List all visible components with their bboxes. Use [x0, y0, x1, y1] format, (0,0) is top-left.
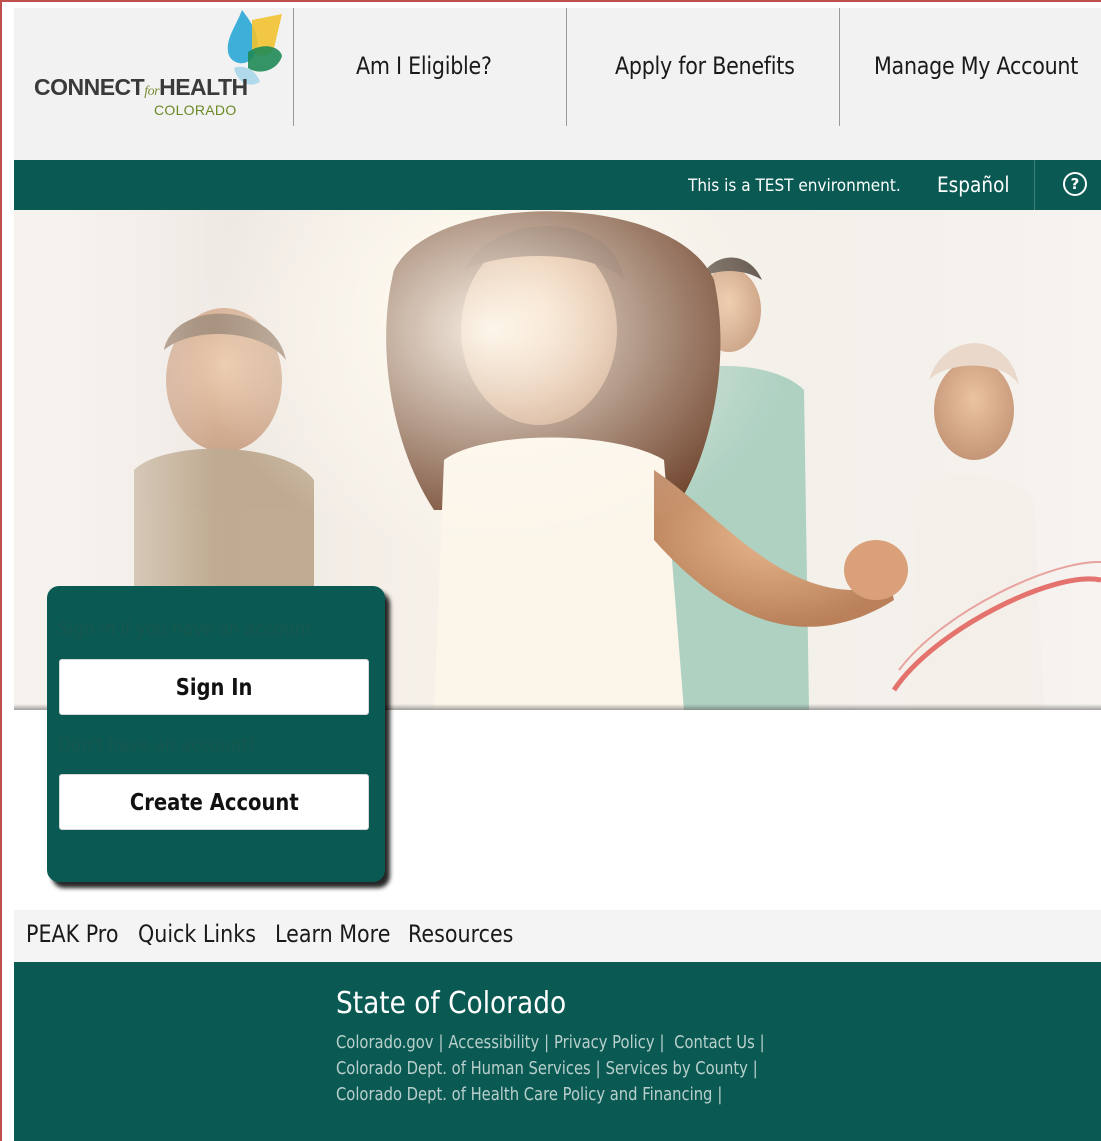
logo-wordmark: CONNECTforHEALTH [34, 74, 248, 101]
sign-in-button-label: Sign In [175, 675, 253, 701]
nav-apply-for-benefits[interactable]: Apply for Benefits [615, 52, 795, 80]
logo-health-text: HEALTH [159, 74, 248, 100]
footer-link-human-services[interactable]: Colorado Dept. of Human Services [336, 1058, 591, 1079]
help-circle-icon[interactable]: ? [1063, 172, 1087, 196]
create-account-hint-text: Don't have an account? [58, 734, 257, 756]
footer-separator: | [659, 1032, 665, 1053]
logo-connect-text: CONNECT [34, 74, 145, 100]
link-resources[interactable]: Resources [408, 920, 513, 948]
utility-bar: This is a TEST environment. Español ? [14, 160, 1101, 210]
footer-link-privacy-policy[interactable]: Privacy Policy [554, 1032, 655, 1053]
link-peak-pro[interactable]: PEAK Pro [26, 920, 118, 948]
footer-link-colorado-gov[interactable]: Colorado.gov [336, 1032, 434, 1053]
footer-separator: | [438, 1032, 444, 1053]
link-learn-more[interactable]: Learn More [275, 920, 390, 948]
language-toggle-link[interactable]: Español [937, 173, 1010, 197]
signin-hint-text: Sign in if you have an account [58, 618, 312, 640]
site-header: CONNECTforHEALTH COLORADO Am I Eligible?… [14, 8, 1101, 160]
nav-divider [566, 8, 567, 126]
footer-separator: | [717, 1084, 723, 1105]
footer-separator: | [595, 1058, 601, 1079]
footer-link-contact-us[interactable]: Contact Us [674, 1032, 755, 1053]
nav-am-i-eligible[interactable]: Am I Eligible? [356, 52, 492, 80]
signin-panel: Sign in if you have an account Sign In D… [47, 586, 385, 882]
footer-link-services-by-county[interactable]: Services by County [606, 1058, 748, 1079]
sign-in-button[interactable]: Sign In [59, 659, 369, 715]
nav-divider [839, 8, 840, 126]
create-account-button[interactable]: Create Account [59, 774, 369, 830]
nav-manage-my-account[interactable]: Manage My Account [874, 52, 1078, 80]
footer-title: State of Colorado [336, 986, 567, 1021]
create-account-button-label: Create Account [129, 790, 299, 816]
footer-separator: | [759, 1032, 765, 1053]
footer-links-row-1: Colorado.gov | Accessibility | Privacy Polic… [336, 1032, 770, 1053]
logo-for-text: for [144, 84, 160, 99]
footer-separator: | [752, 1058, 758, 1079]
footer-separator: | [544, 1032, 550, 1053]
footer-link-health-care-policy[interactable]: Colorado Dept. of Health Care Policy and… [336, 1084, 712, 1105]
nav-divider [293, 8, 294, 126]
footer-links-row-2: Colorado Dept. of Human Services | Service… [336, 1058, 763, 1079]
secondary-link-strip: PEAK Pro Quick Links Learn More Resource… [14, 910, 1101, 962]
site-logo[interactable]: CONNECTforHEALTH COLORADO [14, 8, 293, 126]
environment-notice: This is a TEST environment. [688, 176, 901, 196]
utility-divider [1034, 160, 1035, 210]
link-quick-links[interactable]: Quick Links [138, 920, 256, 948]
footer-link-accessibility[interactable]: Accessibility [448, 1032, 539, 1053]
site-footer: State of Colorado Colorado.gov | Accessibi… [14, 962, 1101, 1141]
footer-links-row-3: Colorado Dept. of Health Care Policy and… [336, 1084, 727, 1105]
logo-colorado-text: COLORADO [154, 102, 237, 118]
